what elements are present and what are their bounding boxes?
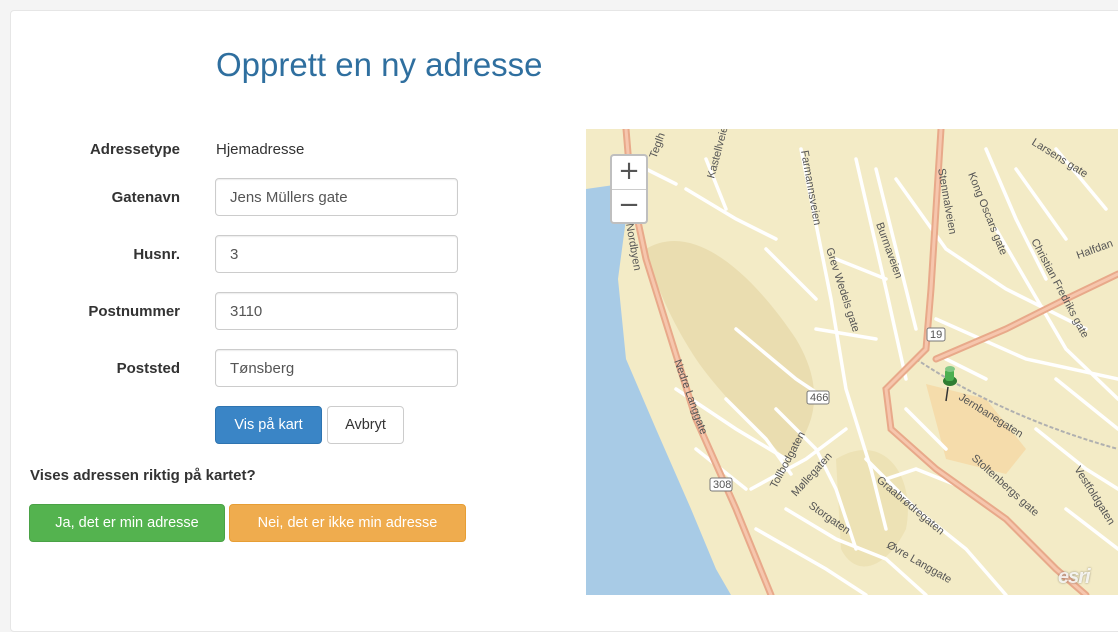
street-label: Kong Oscars gate bbox=[965, 171, 1009, 257]
map-view[interactable]: 19 466 308 Farmannsveien Grev Wedels gat… bbox=[586, 129, 1118, 595]
address-type-label: Adressetype bbox=[89, 141, 180, 158]
postal-code-input[interactable] bbox=[215, 292, 458, 330]
zoom-out-button[interactable]: − bbox=[612, 190, 646, 223]
city-input[interactable] bbox=[215, 349, 458, 387]
street-label: Øvre Langgate bbox=[885, 539, 954, 586]
street-label: Halfdan bbox=[1075, 238, 1115, 262]
street-label: Farmannsveien bbox=[798, 149, 823, 226]
svg-text:466: 466 bbox=[810, 392, 828, 404]
street-label: Larsens gate bbox=[1029, 136, 1089, 180]
cancel-button[interactable]: Avbryt bbox=[327, 406, 404, 444]
confirm-no-button[interactable]: Nei, det er ikke min adresse bbox=[229, 504, 466, 542]
road-shield: 308 bbox=[709, 477, 733, 492]
map-canvas: 19 466 308 Farmannsveien Grev Wedels gat… bbox=[586, 129, 1118, 595]
street-label: Kastellveien bbox=[705, 129, 732, 180]
zoom-in-button[interactable]: + bbox=[612, 156, 646, 189]
page-title: Opprett en ny adresse bbox=[216, 46, 543, 83]
map-zoom-control: + − bbox=[610, 154, 648, 224]
house-number-input[interactable] bbox=[215, 235, 458, 273]
postal-code-label: Postnummer bbox=[88, 303, 180, 320]
show-on-map-button[interactable]: Vis på kart bbox=[215, 406, 322, 444]
house-number-label: Husnr. bbox=[133, 246, 180, 263]
address-type-value: Hjemadresse bbox=[216, 141, 305, 158]
svg-text:308: 308 bbox=[713, 479, 731, 491]
city-label: Poststed bbox=[116, 360, 180, 377]
street-label: Gatenavn bbox=[111, 189, 180, 206]
confirm-yes-button[interactable]: Ja, det er min adresse bbox=[29, 504, 225, 542]
esri-logo[interactable]: esri bbox=[1058, 566, 1091, 589]
road-shield: 466 bbox=[806, 390, 830, 405]
street-input[interactable] bbox=[215, 178, 458, 216]
confirm-question: Vises adressen riktig på kartet? bbox=[30, 467, 256, 484]
road-shield: 19 bbox=[926, 327, 946, 342]
street-label: Teglh bbox=[648, 131, 668, 160]
svg-text:19: 19 bbox=[930, 329, 942, 341]
